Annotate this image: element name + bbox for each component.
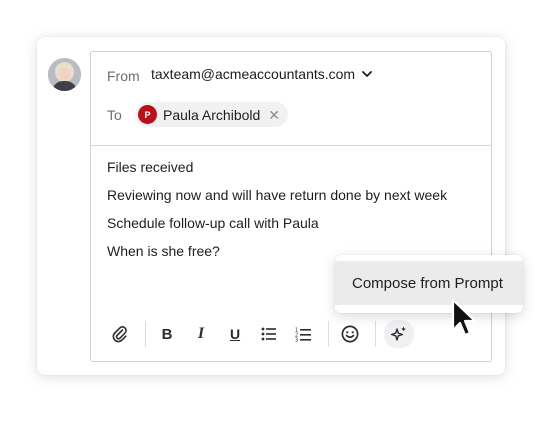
recipient-avatar: P	[138, 105, 157, 124]
numbered-list-icon[interactable]: 1 2 3	[290, 321, 316, 347]
recipient-name: Paula Archibold	[163, 106, 261, 123]
bold-button[interactable]: B	[154, 321, 180, 347]
formatting-toolbar: B I U 1 2 3	[107, 320, 422, 348]
from-label: From	[107, 68, 140, 84]
sparkle-icon[interactable]	[384, 320, 414, 348]
italic-button[interactable]: I	[188, 321, 214, 347]
chevron-down-icon	[362, 71, 372, 77]
compose-popup-menu: Compose from Prompt	[335, 255, 523, 313]
from-address: taxteam@acmeaccountants.com	[151, 66, 356, 82]
mouse-pointer-icon	[451, 298, 477, 337]
compose-from-prompt-item[interactable]: Compose from Prompt	[335, 261, 523, 305]
body-line: Files received	[107, 159, 194, 175]
body-line: Schedule follow-up call with Paula	[107, 215, 319, 231]
email-composer: From taxteam@acmeaccountants.com To P Pa…	[90, 51, 492, 362]
body-line: Reviewing now and will have return done …	[107, 187, 448, 203]
header-divider	[91, 145, 491, 146]
recipient-chip[interactable]: P Paula Archibold ✕	[135, 102, 289, 127]
message-body[interactable]: Files received Reviewing now and will ha…	[107, 158, 447, 270]
svg-text:3: 3	[295, 337, 298, 342]
from-selector[interactable]: taxteam@acmeaccountants.com	[151, 66, 373, 82]
emoji-icon[interactable]	[337, 321, 363, 347]
to-label: To	[107, 107, 122, 123]
underline-button[interactable]: U	[222, 321, 248, 347]
toolbar-separator	[145, 321, 146, 347]
bullet-list-icon[interactable]	[256, 321, 282, 347]
sender-avatar	[48, 58, 81, 91]
remove-recipient-icon[interactable]: ✕	[268, 108, 280, 122]
paperclip-icon[interactable]	[107, 321, 133, 347]
toolbar-separator	[328, 321, 329, 347]
toolbar-separator	[375, 321, 376, 347]
